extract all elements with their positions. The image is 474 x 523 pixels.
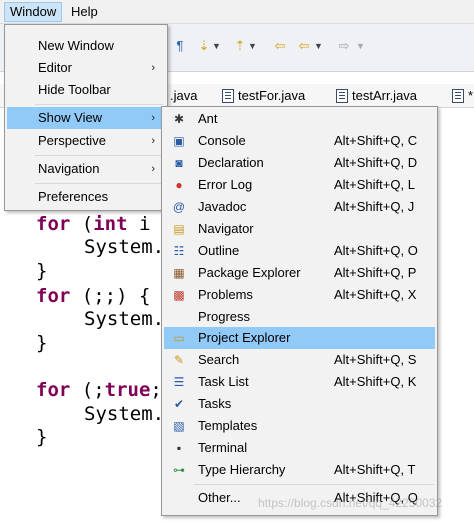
chevron-down-icon[interactable]: ▼ (314, 38, 324, 54)
window-menu: New Window Editor › Hide Toolbar Show Vie… (4, 24, 168, 211)
task-list-icon: ☰ (173, 375, 185, 389)
menu-item-navigation[interactable]: Navigation › (7, 158, 165, 180)
show-view-submenu: ✱ Ant ▣ Console Alt+Shift+Q, C ◙ Declara… (161, 106, 438, 516)
chevron-down-icon[interactable]: ▼ (248, 38, 258, 54)
ant-icon: ✱ (173, 112, 185, 126)
back-icon[interactable]: ⇦ (296, 38, 312, 54)
code-line: for (int i (36, 213, 151, 235)
package-explorer-icon: ▦ (173, 266, 185, 280)
tab-testarr[interactable]: testArr.java (336, 86, 417, 107)
error-log-icon: ● (175, 178, 183, 192)
menu-separator (194, 484, 434, 485)
code-line: System. (84, 236, 165, 258)
menu-separator (35, 183, 163, 184)
javadoc-icon: @ (172, 200, 186, 214)
project-explorer-icon: ▭ (173, 331, 185, 345)
menu-item-perspective[interactable]: Perspective › (7, 130, 165, 152)
chevron-right-icon: › (151, 62, 155, 74)
watermark: https://blog.csdn.net/qq_42250032 (258, 496, 443, 510)
tab-java[interactable]: .java (170, 86, 197, 107)
view-item-tasks[interactable]: ✔ Tasks (164, 393, 435, 415)
tab-testfor[interactable]: testFor.java (222, 86, 305, 107)
menu-separator (35, 155, 163, 156)
view-item-navigator[interactable]: ▤ Navigator (164, 218, 435, 240)
view-item-progress[interactable]: Progress (164, 306, 435, 328)
java-file-icon (452, 89, 464, 103)
navigator-icon: ▤ (173, 222, 185, 236)
menu-item-new-window[interactable]: New Window (7, 35, 165, 57)
view-item-javadoc[interactable]: @ Javadoc Alt+Shift+Q, J (164, 196, 435, 218)
view-item-project-explorer[interactable]: ▭ Project Explorer (164, 327, 435, 349)
view-item-package-explorer[interactable]: ▦ Package Explorer Alt+Shift+Q, P (164, 262, 435, 284)
view-item-terminal[interactable]: ▪ Terminal (164, 437, 435, 459)
templates-icon: ▧ (173, 419, 185, 433)
chevron-right-icon: › (151, 163, 155, 175)
menu-item-preferences[interactable]: Preferences (7, 186, 165, 208)
view-item-ant[interactable]: ✱ Ant (164, 108, 435, 130)
type-hierarchy-icon: ⊶ (173, 463, 185, 477)
toggle-mark-icon[interactable]: ¶ (172, 38, 188, 54)
console-icon: ▣ (173, 134, 185, 148)
menu-bar: Window Help (0, 0, 474, 24)
code-line: for (;true; (36, 379, 162, 401)
tab-more[interactable]: * (452, 86, 473, 107)
code-line: } (36, 426, 48, 448)
chevron-down-icon[interactable]: ▼ (356, 38, 366, 54)
code-line: System. (84, 403, 165, 425)
forward-icon[interactable]: ⇨ (336, 38, 352, 54)
chevron-right-icon: › (151, 135, 155, 147)
menu-item-show-view[interactable]: Show View › (7, 107, 165, 129)
view-item-console[interactable]: ▣ Console Alt+Shift+Q, C (164, 130, 435, 152)
java-file-icon (222, 89, 234, 103)
menu-help[interactable]: Help (66, 2, 103, 22)
terminal-icon: ▪ (176, 441, 182, 455)
view-item-type-hierarchy[interactable]: ⊶ Type Hierarchy Alt+Shift+Q, T (164, 459, 435, 481)
view-item-task-list[interactable]: ☰ Task List Alt+Shift+Q, K (164, 371, 435, 393)
problems-icon: ▩ (173, 288, 185, 302)
tasks-icon: ✔ (173, 397, 185, 411)
code-line: for (;;) { (36, 285, 151, 307)
menu-separator (35, 104, 163, 105)
menu-item-editor[interactable]: Editor › (7, 57, 165, 79)
code-line: System. (84, 308, 165, 330)
last-edit-icon[interactable]: ⇦ (272, 38, 288, 54)
java-file-icon (336, 89, 348, 103)
view-item-problems[interactable]: ▩ Problems Alt+Shift+Q, X (164, 284, 435, 306)
outline-icon: ☷ (173, 244, 185, 258)
view-item-search[interactable]: ✎ Search Alt+Shift+Q, S (164, 349, 435, 371)
chevron-right-icon: › (151, 112, 155, 124)
view-item-declaration[interactable]: ◙ Declaration Alt+Shift+Q, D (164, 152, 435, 174)
progress-icon (171, 309, 187, 325)
declaration-icon: ◙ (175, 156, 183, 170)
menu-item-hide-toolbar[interactable]: Hide Toolbar (7, 79, 165, 101)
prev-annotation-icon[interactable]: ⇡ (232, 38, 248, 54)
next-annotation-icon[interactable]: ⇣ (196, 38, 212, 54)
search-icon: ✎ (173, 353, 185, 367)
menu-window[interactable]: Window (4, 2, 63, 22)
code-line: } (36, 260, 48, 282)
view-item-outline[interactable]: ☷ Outline Alt+Shift+Q, O (164, 240, 435, 262)
view-item-error-log[interactable]: ● Error Log Alt+Shift+Q, L (164, 174, 435, 196)
code-line: } (36, 332, 48, 354)
view-item-templates[interactable]: ▧ Templates (164, 415, 435, 437)
chevron-down-icon[interactable]: ▼ (212, 38, 222, 54)
